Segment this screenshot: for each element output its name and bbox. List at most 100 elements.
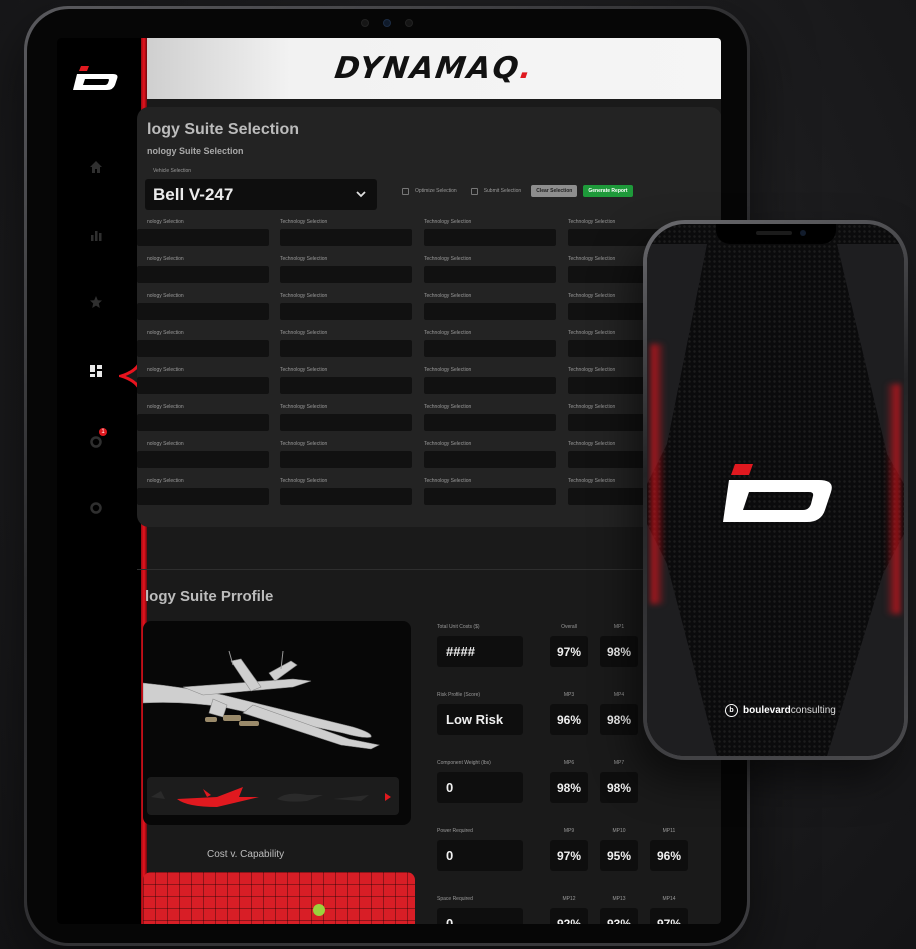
- speaker-grille: [755, 231, 792, 235]
- gear-icon[interactable]: 1: [85, 428, 107, 453]
- technology-select-box[interactable]: [424, 340, 556, 357]
- technology-select-label: Technology Selection: [280, 441, 328, 447]
- technology-select[interactable]: Technology Selection: [424, 293, 556, 320]
- technology-row: nology Selection Technology Selection Tech…: [137, 330, 721, 367]
- score-value: 96%: [650, 840, 688, 871]
- front-camera: [799, 230, 806, 236]
- technology-select[interactable]: Technology Selection: [424, 256, 556, 283]
- technology-select-box[interactable]: [424, 488, 556, 505]
- metric-value: 0: [437, 908, 523, 924]
- score-label: MP1: [613, 624, 625, 630]
- technology-select[interactable]: nology Selection: [137, 441, 269, 468]
- technology-select[interactable]: Technology Selection: [424, 404, 556, 431]
- metric-label: Space Required: [437, 896, 473, 902]
- score-tile: MP4 98%: [600, 692, 638, 735]
- technology-select[interactable]: Technology Selection: [280, 367, 412, 394]
- technology-select[interactable]: Technology Selection: [280, 256, 412, 283]
- star-icon[interactable]: [85, 291, 107, 313]
- technology-select-box[interactable]: [137, 451, 269, 468]
- technology-row: nology Selection Technology Selection Tech…: [137, 367, 721, 404]
- technology-select-box[interactable]: [280, 414, 412, 431]
- technology-select-box[interactable]: [137, 377, 269, 394]
- metric-label: Total Unit Costs ($): [437, 624, 480, 630]
- technology-select-box[interactable]: [424, 451, 556, 468]
- bar-chart-icon[interactable]: [85, 224, 107, 246]
- dynamaq-logo-icon[interactable]: [73, 62, 123, 92]
- technology-select[interactable]: Technology Selection: [424, 441, 556, 468]
- technology-select[interactable]: Technology Selection: [424, 219, 556, 246]
- technology-select-box[interactable]: [424, 303, 556, 320]
- technology-select[interactable]: Technology Selection: [424, 478, 556, 505]
- submit-label: Submit Selection: [483, 188, 522, 194]
- sidebar: 1: [57, 38, 141, 924]
- technology-select-box[interactable]: [137, 414, 269, 431]
- technology-select[interactable]: Technology Selection: [280, 219, 412, 246]
- score-label: MP6: [563, 760, 575, 766]
- score-value: 98%: [600, 636, 638, 667]
- metric-value: 0: [437, 840, 523, 871]
- technology-select-label: nology Selection: [147, 330, 184, 336]
- score-value: 93%: [600, 908, 638, 924]
- metric-value: ####: [437, 636, 523, 667]
- red-glow-left: [651, 344, 665, 604]
- generate-report-button[interactable]: Generate Report: [583, 185, 633, 197]
- technology-select-box[interactable]: [137, 303, 269, 320]
- technology-row: nology Selection Technology Selection Tech…: [137, 478, 721, 515]
- technology-select-box[interactable]: [280, 488, 412, 505]
- circle-icon[interactable]: [85, 497, 107, 519]
- technology-select-label: nology Selection: [147, 441, 184, 447]
- technology-select-box[interactable]: [137, 266, 269, 283]
- technology-select-box[interactable]: [137, 488, 269, 505]
- technology-select[interactable]: Technology Selection: [280, 404, 412, 431]
- technology-select[interactable]: Technology Selection: [424, 330, 556, 357]
- technology-select-label: Technology Selection: [280, 478, 328, 484]
- technology-select[interactable]: nology Selection: [137, 256, 269, 283]
- technology-select-box[interactable]: [280, 451, 412, 468]
- technology-select-box[interactable]: [424, 414, 556, 431]
- next-arrow-icon[interactable]: [385, 793, 391, 801]
- technology-select-label: Technology Selection: [424, 367, 472, 373]
- technology-select-box[interactable]: [137, 340, 269, 357]
- score-tile: MP11 96%: [650, 828, 688, 871]
- technology-select-label: Technology Selection: [280, 293, 328, 299]
- score-tile: MP9 97%: [550, 828, 588, 871]
- score-value: 98%: [550, 772, 588, 803]
- submit-checkbox[interactable]: [470, 187, 478, 195]
- home-icon[interactable]: [85, 156, 107, 178]
- sensor-dot: [361, 19, 369, 27]
- technology-select[interactable]: nology Selection: [137, 219, 269, 246]
- technology-select-box[interactable]: [424, 229, 556, 246]
- vehicle-select[interactable]: Bell V-247: [145, 179, 377, 210]
- technology-select[interactable]: nology Selection: [137, 293, 269, 320]
- clear-selection-button[interactable]: Clear Selection: [531, 185, 578, 197]
- technology-select[interactable]: Technology Selection: [280, 293, 412, 320]
- technology-select[interactable]: nology Selection: [137, 478, 269, 505]
- technology-select[interactable]: Technology Selection: [424, 367, 556, 394]
- technology-select[interactable]: Technology Selection: [280, 441, 412, 468]
- technology-select-box[interactable]: [424, 266, 556, 283]
- technology-select-label: nology Selection: [147, 404, 184, 410]
- phone-notch: [715, 224, 836, 244]
- dynamaq-logo-icon: [723, 464, 832, 522]
- technology-select[interactable]: nology Selection: [137, 367, 269, 394]
- technology-select[interactable]: nology Selection: [137, 404, 269, 431]
- technology-select-box[interactable]: [137, 229, 269, 246]
- technology-select-label: Technology Selection: [424, 441, 472, 447]
- technology-select-box[interactable]: [280, 340, 412, 357]
- technology-select-box[interactable]: [280, 266, 412, 283]
- technology-select-label: nology Selection: [147, 256, 184, 262]
- score-value: 96%: [550, 704, 588, 735]
- score-tile: MP7 98%: [600, 760, 638, 803]
- technology-select-box[interactable]: [280, 377, 412, 394]
- technology-select[interactable]: nology Selection: [137, 330, 269, 357]
- aircraft-thumbnail-strip[interactable]: [147, 777, 399, 815]
- score-label: MP3: [563, 692, 575, 698]
- technology-select-box[interactable]: [280, 303, 412, 320]
- technology-select-box[interactable]: [424, 377, 556, 394]
- dashboard-icon[interactable]: [85, 360, 107, 382]
- chart-point[interactable]: [313, 904, 325, 916]
- optimize-checkbox[interactable]: [402, 187, 409, 195]
- technology-select[interactable]: Technology Selection: [280, 478, 412, 505]
- technology-select[interactable]: Technology Selection: [280, 330, 412, 357]
- technology-select-box[interactable]: [280, 229, 412, 246]
